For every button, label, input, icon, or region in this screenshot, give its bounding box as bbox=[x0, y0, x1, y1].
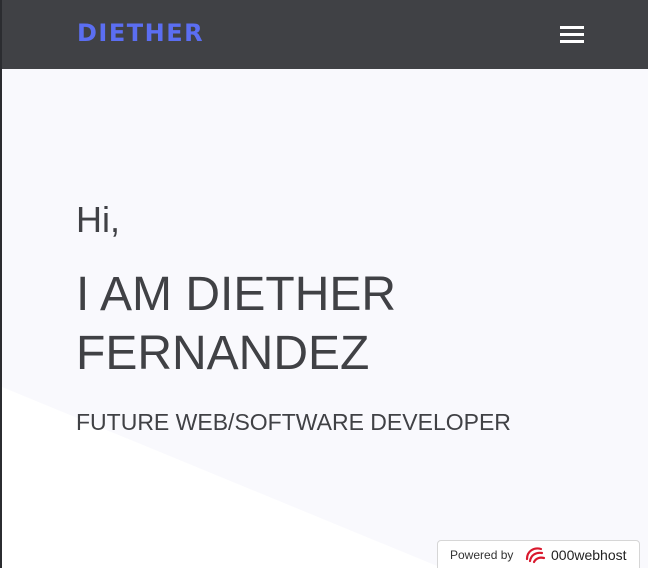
hero-subtitle: FUTURE WEB/SOFTWARE DEVELOPER bbox=[76, 409, 511, 435]
hero-headline: I AM DIETHER FERNANDEZ bbox=[76, 268, 397, 380]
navbar: DIETHER bbox=[2, 0, 648, 69]
menu-bar bbox=[560, 33, 584, 36]
hamburger-menu-icon[interactable] bbox=[557, 23, 587, 45]
brand-logo-link[interactable]: DIETHER bbox=[77, 19, 204, 47]
host-name: 000webhost bbox=[551, 547, 627, 563]
hero-greeting: Hi, bbox=[76, 199, 120, 240]
hero-section: Hi, I AM DIETHER FERNANDEZ FUTURE WEB/SO… bbox=[2, 69, 648, 568]
powered-by-label: Powered by bbox=[450, 548, 514, 562]
000webhost-logo-icon bbox=[525, 547, 546, 564]
menu-bar bbox=[560, 40, 584, 43]
menu-bar bbox=[560, 26, 584, 29]
powered-by-badge[interactable]: Powered by 000webhost bbox=[437, 540, 640, 568]
